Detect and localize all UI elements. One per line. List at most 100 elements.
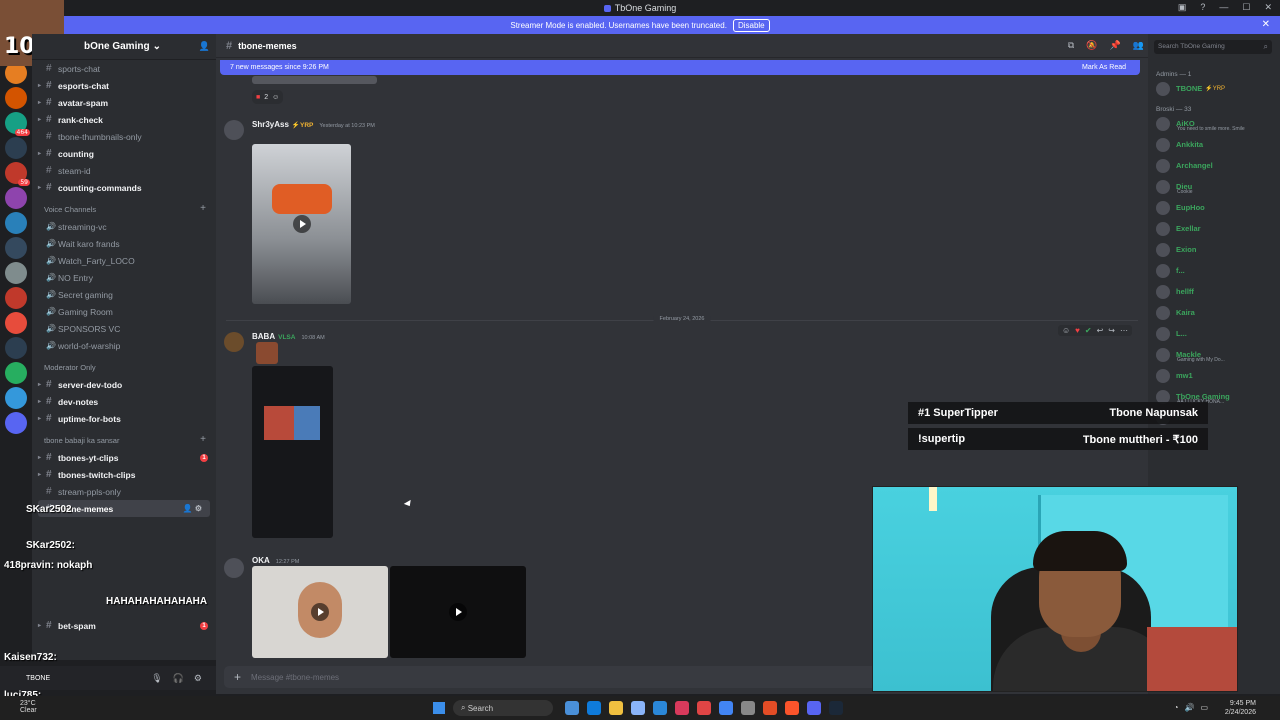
pin-icon[interactable]: 📌 [1110,40,1121,51]
taskbar-app-icon[interactable] [697,701,711,715]
taskbar-app-icon[interactable] [719,701,733,715]
server-icon[interactable] [5,187,27,209]
heart-icon[interactable]: ♥ [1075,326,1080,335]
message-author[interactable]: BABA VLSA 10:08 AM [252,332,325,341]
maximize-button[interactable]: ☐ [1242,2,1250,13]
forward-icon[interactable]: ↪ [1108,326,1115,335]
member-item[interactable]: Exellar [1148,218,1280,239]
close-banner-icon[interactable]: ✕ [1262,19,1270,30]
search-input[interactable]: Search TbOne Gaming ⌕ [1154,40,1272,54]
taskbar-app-icon[interactable] [631,701,645,715]
help-icon[interactable]: ? [1200,2,1205,13]
server-icon[interactable] [5,337,27,359]
channel-item[interactable]: 🔊 world-of-warship [32,337,216,354]
play-icon[interactable] [449,603,467,621]
taskbar-app-icon[interactable] [609,701,623,715]
play-icon[interactable] [311,603,329,621]
taskbar-app-icon[interactable] [829,701,843,715]
prev-media-image[interactable] [252,76,377,84]
server-icon[interactable] [5,262,27,284]
member-item[interactable]: f... [1148,260,1280,281]
channel-item[interactable]: ▸ # tbones-yt-clips 1 [32,449,216,466]
check-icon[interactable]: ✔ [1085,326,1092,335]
avatar[interactable] [224,120,244,140]
sticker-image[interactable] [256,342,278,364]
server-icon[interactable]: 464 [5,112,30,136]
taskbar-app-icon[interactable] [763,701,777,715]
server-name-header[interactable]: bOne Gaming ⌄ 👤 [32,34,216,60]
channel-item[interactable]: ▸ # server-dev-todo [32,376,216,393]
channel-item[interactable]: 🔊 NO Entry [32,269,216,286]
member-item[interactable]: EupHoo [1148,197,1280,218]
reply-icon[interactable]: ↩ [1097,326,1104,335]
server-icon[interactable] [5,287,27,309]
inbox-icon[interactable]: ▣ [1178,2,1187,13]
channel-item[interactable]: # tbone-thumbnails-only [32,128,216,145]
mic-icon[interactable]: 🎙 [151,673,162,684]
close-button[interactable]: ✕ [1264,2,1272,13]
weather-widget[interactable]: 23°C Clear [20,700,37,714]
add-reaction-icon[interactable]: ☺ [272,94,279,101]
member-item[interactable]: Ankkita [1148,134,1280,155]
category-voice[interactable]: Voice Channels + [32,196,216,218]
channel-item[interactable]: 🔊 Secret gaming [32,286,216,303]
disable-streamer-mode-button[interactable]: Disable [732,18,770,32]
channel-item[interactable]: ▸ # counting-commands [32,179,216,196]
taskbar-app-icon[interactable] [807,701,821,715]
channel-item[interactable]: ▸ # bet-spam 1 [32,617,216,634]
message-author[interactable]: OKA 12:27 PM [252,556,299,565]
taskbar-app-icon[interactable] [565,701,579,715]
channel-item[interactable]: 🔊 Gaming Room [32,303,216,320]
member-item[interactable]: TBONE ⚡YRP [1148,78,1280,99]
taskbar-clock[interactable]: 9:45 PM 2/24/2026 [1225,699,1256,717]
channel-item[interactable]: 🔊 SPONSORS VC [32,320,216,337]
server-icon[interactable] [5,312,27,334]
member-item[interactable]: hellff [1148,281,1280,302]
video-attachment[interactable] [390,566,526,658]
taskbar-app-icon[interactable] [587,701,601,715]
add-channel-icon[interactable]: + [200,203,206,214]
channel-item[interactable]: ▸ # dev-notes [32,393,216,410]
video-attachment[interactable] [252,144,351,304]
channel-item[interactable]: # sports-chat [32,60,216,77]
gear-icon[interactable]: ⚙ [194,673,202,684]
user-name[interactable]: TBONE [26,675,50,682]
add-channel-icon[interactable]: + [200,434,206,445]
add-member-icon[interactable]: 👤 [199,41,210,52]
server-icon[interactable] [5,137,27,159]
taskbar-app-icon[interactable] [675,701,689,715]
add-attachment-icon[interactable]: + [234,670,241,684]
server-icon[interactable] [5,87,27,109]
avatar[interactable] [224,558,244,578]
member-item[interactable]: Dieu Cookie [1148,176,1280,197]
video-attachment[interactable] [252,566,388,658]
mute-icon[interactable]: 🔕 [1086,40,1097,51]
channel-item[interactable]: ▸ # esports-chat [32,77,216,94]
more-icon[interactable]: ⋯ [1120,326,1128,335]
channel-item[interactable]: 🔊 streaming-vc [32,218,216,235]
members-icon[interactable]: 👥 [1133,40,1144,51]
server-icon[interactable] [5,412,27,434]
channel-item[interactable]: ▸ # rank-check [32,111,216,128]
channel-item[interactable]: ▸ # tbones-twitch-clips [32,466,216,483]
member-item[interactable]: Archangel [1148,155,1280,176]
taskbar-search[interactable]: ⌕ Search [453,700,553,716]
channel-item[interactable]: # steam-id [32,162,216,179]
system-tray[interactable]: ◔ 🔊 ▭ [1174,703,1208,712]
avatar[interactable] [224,332,244,352]
channel-item[interactable]: # stream-ppls-only [32,483,216,500]
server-icon[interactable] [5,212,27,234]
member-item[interactable]: mw1 [1148,365,1280,386]
minimize-button[interactable]: — [1219,2,1228,13]
category-babaji[interactable]: tbone babaji ka sansar + [32,427,216,449]
member-item[interactable]: Mackle Gaming with My Do... [1148,344,1280,365]
member-item[interactable]: L... [1148,323,1280,344]
server-icon[interactable] [5,237,27,259]
channel-item[interactable]: 🔊 Wait karo frands [32,235,216,252]
reaction-chip[interactable]: ■ 2 ☺ [252,90,284,104]
server-icon[interactable] [5,387,27,409]
message-author[interactable]: Shr3yAss ⚡YRP Yesterday at 10:23 PM [252,120,375,129]
react-icon[interactable]: ☺ [1062,326,1070,335]
taskbar-app-icon[interactable] [653,701,667,715]
new-messages-banner[interactable]: 7 new messages since 9:26 PM Mark As Rea… [220,60,1140,75]
